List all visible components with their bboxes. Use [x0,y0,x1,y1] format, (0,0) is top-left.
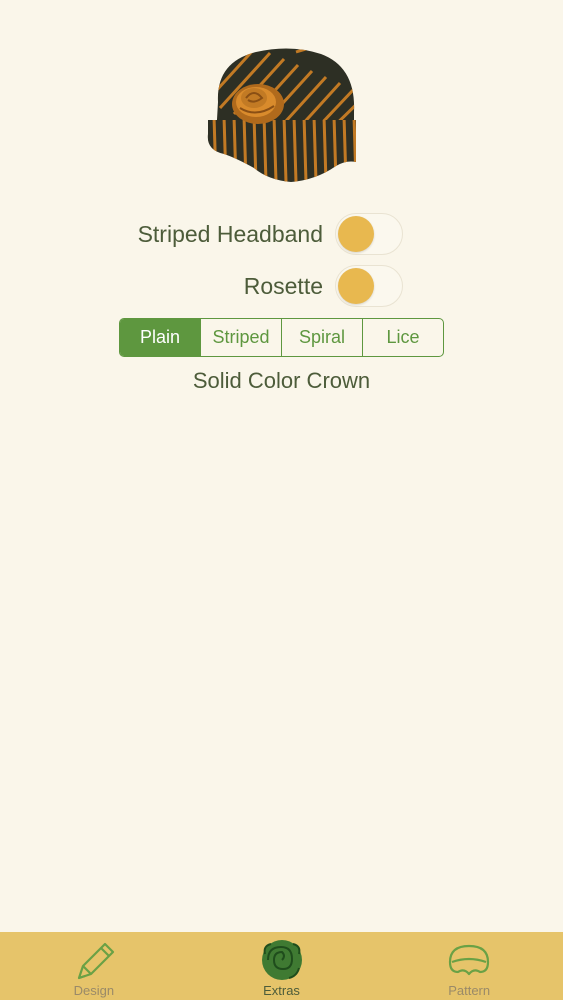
hat-preview-image [196,42,366,188]
toggle-knob [338,216,374,252]
segment-spiral[interactable]: Spiral [281,319,362,356]
hat-icon [446,938,492,984]
rosette-label: Rosette [243,272,323,299]
crown-description: Solid Color Crown [192,368,371,393]
tab-extras-label: Extras [263,983,300,998]
tab-bar: Design Extras Pattern [0,932,563,1000]
tab-design[interactable]: Design [0,932,188,1000]
tab-pattern[interactable]: Pattern [375,932,563,1000]
striped-headband-label: Striped Headband [137,220,323,247]
segment-striped[interactable]: Striped [200,319,281,356]
striped-headband-row: Striped Headband [138,212,403,256]
segment-plain[interactable]: Plain [120,319,200,356]
rosette-toggle[interactable] [335,265,403,307]
rosette-row: Rosette [244,264,403,308]
tab-extras[interactable]: Extras [188,932,376,1000]
toggle-knob [338,268,374,304]
tab-design-label: Design [73,983,115,998]
pencil-icon [71,938,117,984]
crown-style-segmented-control: Plain Striped Spiral Lice [119,318,444,357]
tab-pattern-label: Pattern [448,983,491,998]
segment-lice[interactable]: Lice [362,319,443,356]
striped-headband-toggle[interactable] [335,213,403,255]
rosette-icon [259,938,305,984]
